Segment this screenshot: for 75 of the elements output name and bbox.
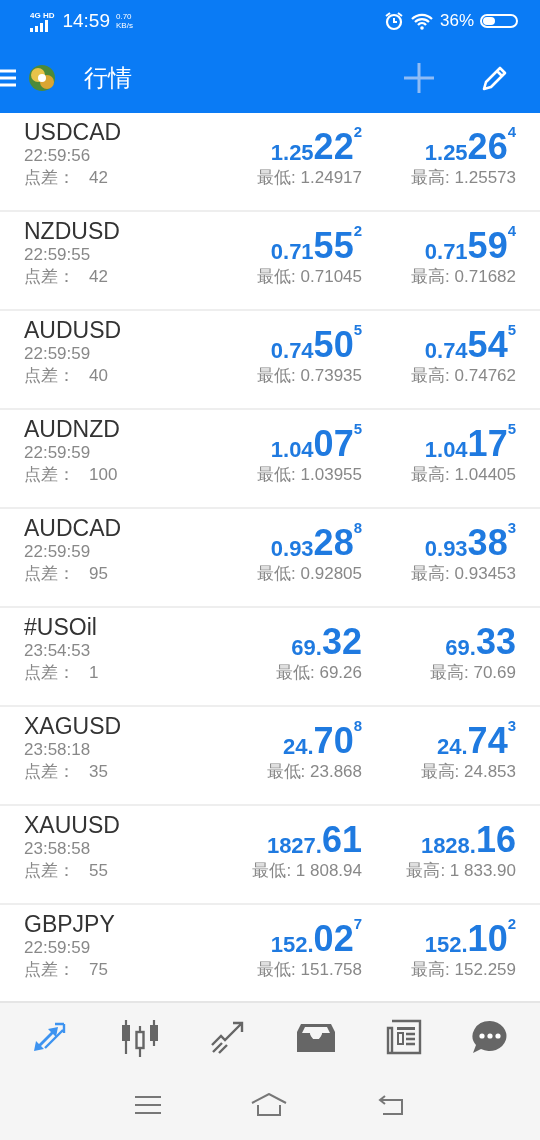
- quote-time: 23:58:18: [24, 739, 92, 761]
- add-icon[interactable]: [402, 60, 436, 95]
- symbol-name: NZDUSD: [24, 218, 121, 244]
- high-price: 最高: 70.69: [430, 662, 516, 684]
- spread-label: 点差：: [24, 167, 75, 189]
- speed-value: 0.70: [116, 12, 133, 21]
- clock: 14:59: [62, 10, 110, 32]
- high-price: 最高: 1.04405: [411, 464, 516, 486]
- menu-icon[interactable]: [0, 67, 16, 88]
- quote-time: 22:59:59: [24, 442, 92, 464]
- symbol-name: XAGUSD: [24, 713, 123, 739]
- quote-row[interactable]: XAUUSD 23:58:58 点差： 55 1827.61 最低: 1 808.94 1828.16 最高: 1 833.90: [0, 806, 540, 905]
- low-price: 最低: 0.71045: [257, 266, 362, 288]
- menu-icon[interactable]: [135, 1095, 161, 1115]
- high-price: 最高: 24.853: [420, 761, 516, 783]
- symbol-name: GBPJPY: [24, 911, 116, 937]
- symbol-name: AUDUSD: [24, 317, 123, 343]
- spread-value: 40: [89, 365, 108, 387]
- speed-unit: KB/s: [116, 21, 133, 30]
- spread-label: 点差：: [24, 365, 75, 387]
- quote-row[interactable]: #USOil 23:54:53 点差： 1 69.32 最低: 69.26 69.33 最高: 70.69: [0, 608, 540, 707]
- spread-label: 点差：: [24, 662, 75, 684]
- battery-percent: 36%: [439, 11, 474, 31]
- home-icon[interactable]: [251, 1093, 287, 1117]
- ask-price: 1828.16: [420, 818, 516, 860]
- quote-time: 22:59:59: [24, 343, 92, 365]
- quote-time: 22:59:56: [24, 145, 92, 167]
- wifi-icon: [409, 12, 434, 30]
- signal-icon: [30, 19, 48, 32]
- spread-value: 42: [89, 266, 108, 288]
- spread-label: 点差：: [24, 464, 75, 486]
- low-price: 最低: 1.03955: [257, 464, 362, 486]
- spread-value: 35: [89, 761, 108, 783]
- quote-time: 23:54:53: [24, 640, 92, 662]
- low-price: 最低: 69.26: [276, 662, 362, 684]
- high-price: 最高: 1 833.90: [406, 860, 516, 882]
- spread-value: 75: [89, 959, 108, 981]
- spread-value: 1: [89, 662, 99, 684]
- high-price: 最高: 152.259: [411, 959, 516, 981]
- symbol-name: AUDCAD: [24, 515, 123, 541]
- spread-label: 点差：: [24, 563, 75, 585]
- spread-value: 55: [89, 860, 108, 882]
- high-price: 最高: 0.93453: [411, 563, 516, 585]
- back-icon[interactable]: [377, 1094, 405, 1116]
- spread-label: 点差：: [24, 860, 75, 882]
- symbol-name: AUDNZD: [24, 416, 121, 442]
- symbol-name: XAUUSD: [24, 812, 121, 838]
- network-type: 4G HD: [30, 10, 55, 20]
- spread-value: 100: [89, 464, 118, 486]
- spread-value: 42: [89, 167, 108, 189]
- symbol-name: USDCAD: [24, 119, 123, 145]
- quote-time: 23:58:58: [24, 838, 92, 860]
- quote-time: 22:59:59: [24, 937, 92, 959]
- spread-label: 点差：: [24, 959, 75, 981]
- bid-price: 69.32: [291, 620, 362, 662]
- low-price: 最低: 1.24917: [257, 167, 362, 189]
- ask-price: 69.33: [445, 620, 516, 662]
- spread-label: 点差：: [24, 266, 75, 288]
- high-price: 最高: 1.25573: [411, 167, 516, 189]
- low-price: 最低: 0.73935: [257, 365, 362, 387]
- low-price: 最低: 23.868: [266, 761, 362, 783]
- low-price: 最低: 151.758: [257, 959, 362, 981]
- low-price: 最低: 1 808.94: [252, 860, 362, 882]
- spread-label: 点差：: [24, 761, 75, 783]
- symbol-name: #USOil: [24, 614, 98, 640]
- bid-price: 1827.61: [266, 818, 362, 860]
- battery-icon: [480, 14, 518, 28]
- high-price: 最高: 0.71682: [411, 266, 516, 288]
- alarm-icon: [383, 11, 404, 31]
- quote-time: 22:59:55: [24, 244, 92, 266]
- low-price: 最低: 0.92805: [257, 563, 362, 585]
- high-price: 最高: 0.74762: [411, 365, 516, 387]
- quote-time: 22:59:59: [24, 541, 92, 563]
- spread-value: 95: [89, 563, 108, 585]
- screen-title: 行情: [84, 62, 132, 93]
